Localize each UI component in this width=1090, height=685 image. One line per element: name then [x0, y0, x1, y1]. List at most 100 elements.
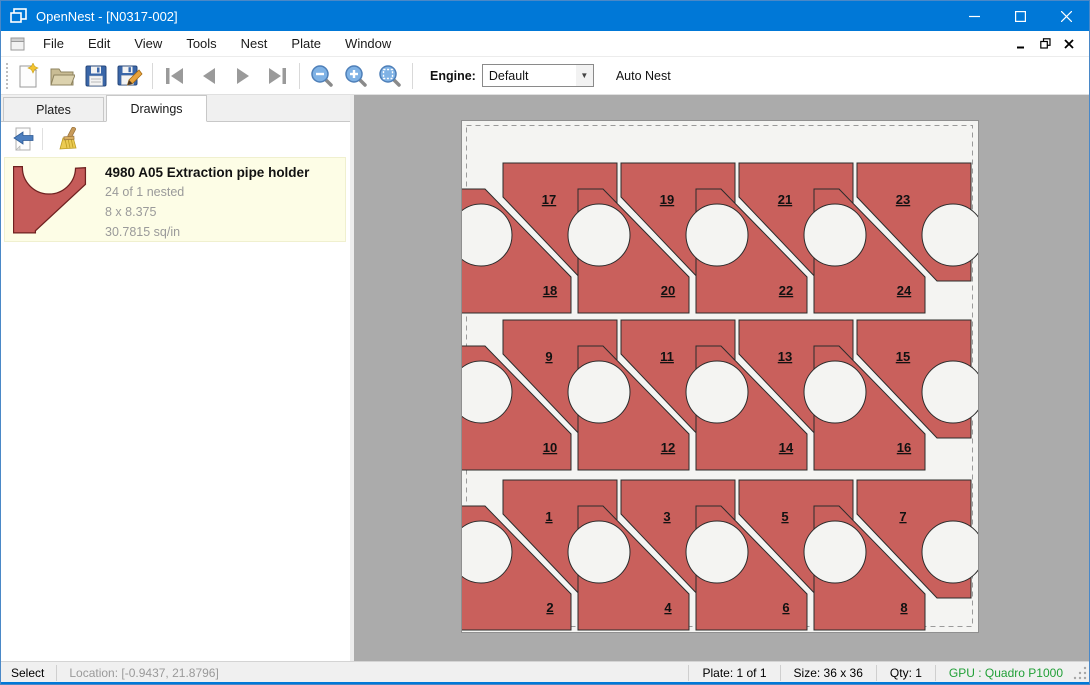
- pipe-notch-circle: [686, 204, 748, 266]
- save-button[interactable]: [79, 60, 113, 92]
- status-mode: Select: [1, 666, 56, 680]
- part-number-label[interactable]: 9: [545, 349, 552, 364]
- part-number-label[interactable]: 6: [782, 600, 789, 615]
- toolbar-separator: [299, 63, 300, 89]
- import-drawing-icon: [11, 127, 35, 151]
- part-number-label[interactable]: 19: [660, 192, 674, 207]
- part-number-label[interactable]: 10: [543, 440, 557, 455]
- part-number-label[interactable]: 11: [660, 349, 674, 364]
- part-number-label[interactable]: 14: [779, 440, 794, 455]
- toolbar-separator: [152, 63, 153, 89]
- part-number-label[interactable]: 12: [661, 440, 675, 455]
- panel-tabstrip: Plates Drawings: [1, 95, 350, 122]
- part-number-label[interactable]: 23: [896, 192, 910, 207]
- main-toolbar: Engine: Default ▼ Auto Nest: [1, 57, 1089, 95]
- part-number-label[interactable]: 2: [546, 600, 553, 615]
- part-number-label[interactable]: 13: [778, 349, 792, 364]
- mdi-minimize-button[interactable]: [1009, 34, 1033, 54]
- part-number-label[interactable]: 3: [663, 509, 670, 524]
- part-number-label[interactable]: 7: [899, 509, 906, 524]
- drawings-panel: Plates Drawings: [1, 95, 350, 661]
- part-number-label[interactable]: 4: [664, 600, 672, 615]
- engine-value: Default: [483, 69, 576, 83]
- panel-toolbar-separator: [42, 128, 43, 150]
- app-icon: [10, 8, 27, 24]
- import-drawing-button[interactable]: [7, 125, 39, 153]
- drawing-nested-count: 24 of 1 nested: [105, 184, 337, 200]
- part-number-label[interactable]: 18: [543, 283, 557, 298]
- part-number-label[interactable]: 1: [545, 509, 552, 524]
- new-file-button[interactable]: [11, 60, 45, 92]
- engine-select[interactable]: Default ▼: [482, 64, 594, 87]
- pipe-notch-circle: [922, 521, 978, 583]
- pipe-notch-circle: [804, 361, 866, 423]
- zoom-fit-button[interactable]: [373, 60, 407, 92]
- minimize-button[interactable]: [951, 1, 997, 31]
- menu-item-edit[interactable]: Edit: [76, 32, 122, 55]
- tab-plates[interactable]: Plates: [3, 97, 104, 121]
- zoom-out-icon: [310, 64, 334, 88]
- part-number-label[interactable]: 22: [779, 283, 793, 298]
- zoom-out-button[interactable]: [305, 60, 339, 92]
- toolbar-grip[interactable]: [3, 61, 11, 91]
- auto-nest-button[interactable]: Auto Nest: [610, 65, 677, 87]
- part-number-label[interactable]: 17: [542, 192, 556, 207]
- mdi-restore-button[interactable]: [1033, 34, 1057, 54]
- resize-grip[interactable]: [1073, 665, 1087, 681]
- nav-next-button[interactable]: [226, 60, 260, 92]
- nav-last-button[interactable]: [260, 60, 294, 92]
- part-number-label[interactable]: 8: [900, 600, 907, 615]
- mdi-close-icon: [1064, 39, 1074, 49]
- mdi-close-button[interactable]: [1057, 34, 1081, 54]
- nesting-layout: 171819202122232491011121314151612345678: [462, 121, 978, 632]
- maximize-icon: [1015, 11, 1026, 22]
- menu-item-view[interactable]: View: [122, 32, 174, 55]
- nav-last-icon: [265, 66, 289, 86]
- status-qty: Qty: 1: [877, 666, 935, 680]
- pipe-notch-circle: [568, 521, 630, 583]
- menu-item-nest[interactable]: Nest: [229, 32, 280, 55]
- tab-drawings[interactable]: Drawings: [106, 95, 207, 122]
- clear-drawings-button[interactable]: [52, 125, 84, 153]
- part-number-label[interactable]: 24: [897, 283, 912, 298]
- save-as-button[interactable]: [113, 60, 147, 92]
- part-number-label[interactable]: 20: [661, 283, 675, 298]
- menu-items: FileEditViewToolsNestPlateWindow: [31, 32, 403, 55]
- pipe-notch-circle: [922, 361, 978, 423]
- zoom-fit-icon: [378, 64, 402, 88]
- mdi-restore-icon: [1040, 38, 1051, 49]
- pipe-notch-circle: [686, 361, 748, 423]
- nav-prev-button[interactable]: [192, 60, 226, 92]
- status-size: Size: 36 x 36: [781, 666, 876, 680]
- nesting-plate: 171819202122232491011121314151612345678: [462, 121, 978, 632]
- maximize-button[interactable]: [997, 1, 1043, 31]
- status-location: Location: [-0.9437, 21.8796]: [57, 666, 688, 680]
- menu-item-plate[interactable]: Plate: [279, 32, 333, 55]
- new-file-icon: [16, 63, 40, 89]
- save-icon: [84, 64, 108, 88]
- drawing-size: 8 x 8.375: [105, 204, 337, 220]
- drawing-list-item[interactable]: 4980 A05 Extraction pipe holder 24 of 1 …: [4, 157, 346, 242]
- status-gpu: GPU : Quadro P1000: [936, 666, 1073, 680]
- drawing-title: 4980 A05 Extraction pipe holder: [105, 165, 337, 180]
- plate-canvas[interactable]: 171819202122232491011121314151612345678: [354, 95, 1089, 661]
- menu-item-file[interactable]: File: [31, 32, 76, 55]
- part-number-label[interactable]: 21: [778, 192, 792, 207]
- part-number-label[interactable]: 16: [897, 440, 911, 455]
- close-button[interactable]: [1043, 1, 1089, 31]
- pipe-notch-circle: [922, 204, 978, 266]
- open-file-button[interactable]: [45, 60, 79, 92]
- nav-next-icon: [231, 66, 255, 86]
- zoom-in-button[interactable]: [339, 60, 373, 92]
- menu-item-window[interactable]: Window: [333, 32, 403, 55]
- part-number-label[interactable]: 5: [781, 509, 788, 524]
- title-bar: OpenNest - [N0317-002]: [1, 1, 1089, 31]
- panel-toolbar: [1, 122, 350, 155]
- app-window: OpenNest - [N0317-002] FileEditViewTools…: [0, 0, 1090, 685]
- mdi-window-controls: [1009, 34, 1081, 54]
- part-number-label[interactable]: 15: [896, 349, 910, 364]
- menu-item-tools[interactable]: Tools: [174, 32, 228, 55]
- chevron-down-icon[interactable]: ▼: [576, 65, 593, 86]
- drawing-item-info: 4980 A05 Extraction pipe holder 24 of 1 …: [93, 164, 337, 235]
- nav-first-button[interactable]: [158, 60, 192, 92]
